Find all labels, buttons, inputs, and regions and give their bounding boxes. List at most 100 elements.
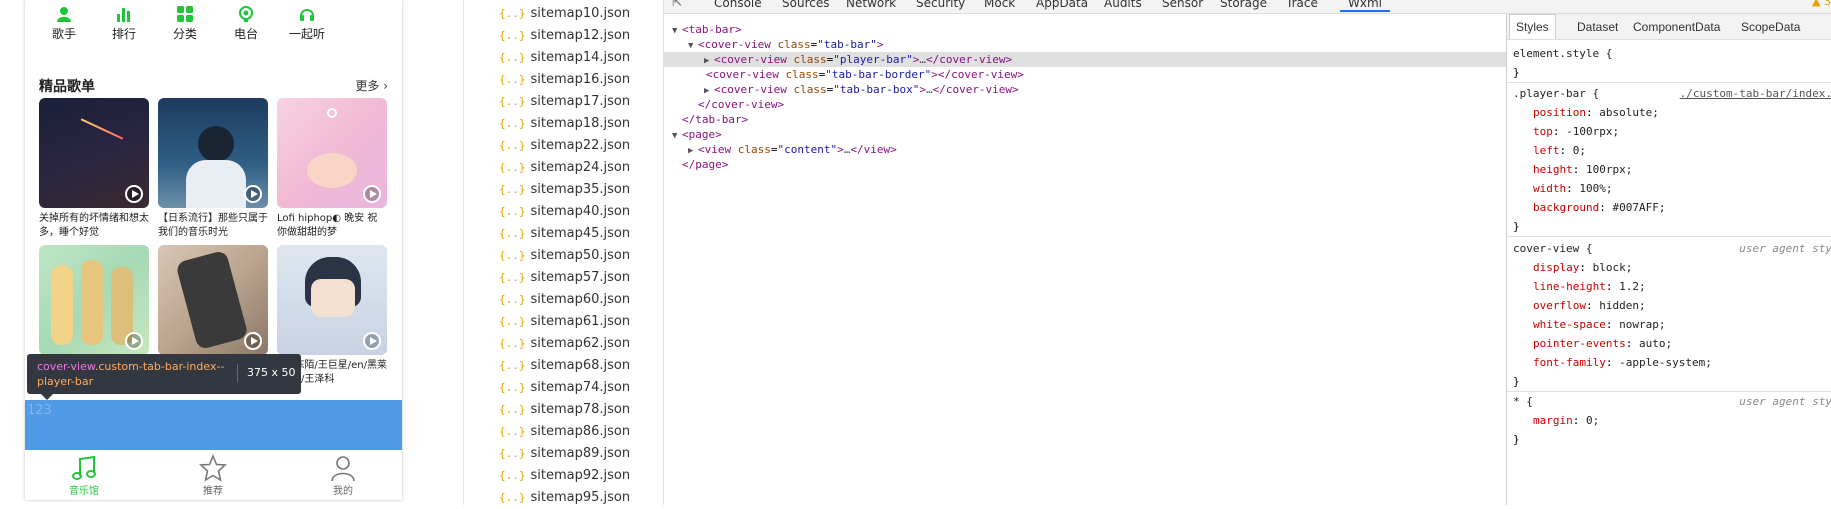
css-property[interactable]: width: 100%; (1507, 179, 1831, 198)
css-property[interactable]: line-height: 1.2; (1507, 277, 1831, 296)
file-item[interactable]: {..} sitemap57.json (499, 267, 630, 289)
tab-trace[interactable]: Trace (1286, 0, 1318, 10)
category-label: 歌手 (51, 27, 76, 41)
tab-wxml[interactable]: Wxml (1340, 0, 1390, 12)
file-item[interactable]: {..} sitemap18.json (499, 113, 630, 135)
file-item[interactable]: {..} sitemap60.json (499, 289, 630, 311)
css-property-value: absolute; (1599, 106, 1659, 119)
tab-network[interactable]: Network (846, 0, 896, 10)
tab-dataset[interactable]: Dataset (1577, 20, 1618, 34)
css-property-value: 0; (1586, 414, 1600, 427)
file-item[interactable]: {..} sitemap12.json (499, 25, 630, 47)
tree-node-cover-view-tab-bar[interactable]: ▼ <cover-view class="tab-bar"> (688, 37, 1530, 52)
css-property[interactable]: left: 0; (1507, 141, 1831, 160)
inspect-cursor-icon[interactable]: ⇱ (672, 0, 682, 9)
file-item[interactable]: {..} sitemap17.json (499, 91, 630, 113)
json-file-icon: {..} (499, 469, 526, 482)
file-item[interactable]: {..} sitemap16.json (499, 69, 630, 91)
tree-node-player-bar[interactable]: ▶ <cover-view class="player-bar">…</cover… (664, 52, 1506, 67)
play-icon[interactable] (363, 332, 381, 350)
tab-component-data[interactable]: ComponentData (1633, 20, 1720, 34)
css-colon: : (1572, 163, 1586, 176)
json-file-icon: {..} (499, 117, 526, 130)
file-item[interactable]: {..} sitemap35.json (499, 179, 630, 201)
file-item[interactable]: {..} sitemap10.json (499, 3, 630, 25)
play-icon[interactable] (244, 185, 262, 203)
file-item[interactable]: {..} sitemap14.json (499, 47, 630, 69)
file-item[interactable]: {..} sitemap45.json (499, 223, 630, 245)
file-item[interactable]: {..} sitemap61.json (499, 311, 630, 333)
rule-selector[interactable]: cover-view { (1513, 242, 1592, 255)
file-item[interactable]: {..} sitemap22.json (499, 135, 630, 157)
playlist-card[interactable]: 【日系流行】那些只属于我们的音乐时光 (158, 98, 268, 240)
css-property[interactable]: margin: 0; (1507, 411, 1831, 430)
rule-selector[interactable]: element.style { (1513, 47, 1612, 60)
play-icon[interactable] (244, 332, 262, 350)
file-item[interactable]: {..} sitemap95.json (499, 487, 630, 509)
collapse-triangle-icon[interactable]: ▼ (672, 129, 682, 144)
file-item[interactable]: {..} sitemap86.json (499, 421, 630, 443)
tree-node-tab-bar-border[interactable]: <cover-view class="tab-bar-border"></cov… (706, 67, 1548, 82)
tree-node-view-content[interactable]: ▶ <view class="content">…</view> (688, 142, 1530, 157)
tab-appdata[interactable]: AppData (1036, 0, 1088, 10)
tab-mine[interactable]: 我的 (308, 454, 378, 497)
file-item[interactable]: {..} sitemap68.json (499, 355, 630, 377)
css-property[interactable]: white-space: nowrap; (1507, 315, 1831, 334)
tree-node-close: </page> (682, 158, 729, 171)
warning-badge[interactable]: ▲ 3 (1812, 0, 1831, 8)
file-item[interactable]: {..} sitemap78.json (499, 399, 630, 421)
playlist-caption: 【日系流行】那些只属于我们的音乐时光 (158, 213, 268, 238)
category-genre[interactable]: 分类 (155, 6, 215, 42)
file-item[interactable]: {..} sitemap89.json (499, 443, 630, 465)
css-property[interactable]: position: absolute; (1507, 103, 1831, 122)
tree-node-tab-bar[interactable]: ▼ <tab-bar> (672, 22, 1514, 37)
tree-node-tab-bar-box[interactable]: ▶ <cover-view class="tab-bar-box">…</cove… (704, 82, 1546, 97)
rule-source-link[interactable]: ./custom-tab-bar/index. (1680, 84, 1831, 103)
css-property[interactable]: background: #007AFF; (1507, 198, 1831, 217)
category-radio[interactable]: 电台 (216, 6, 276, 42)
tab-mock[interactable]: Mock (984, 0, 1015, 10)
css-property[interactable]: overflow: hidden; (1507, 296, 1831, 315)
file-item[interactable]: {..} sitemap74.json (499, 377, 630, 399)
css-property[interactable]: display: block; (1507, 258, 1831, 277)
tab-recommend[interactable]: 推荐 (178, 454, 248, 497)
file-item[interactable]: {..} sitemap24.json (499, 157, 630, 179)
file-item[interactable]: {..} sitemap92.json (499, 465, 630, 487)
file-item[interactable]: {..} sitemap50.json (499, 245, 630, 267)
tree-node-page[interactable]: ▼ <page> (672, 127, 1514, 142)
tab-music-hall[interactable]: 音乐馆 (49, 454, 119, 497)
tab-console[interactable]: Console (714, 0, 762, 10)
file-item[interactable]: {..} sitemap62.json (499, 333, 630, 355)
file-item[interactable]: {..} sitemap40.json (499, 201, 630, 223)
collapse-triangle-icon[interactable]: ▼ (672, 24, 682, 39)
json-file-icon: {..} (499, 293, 526, 306)
css-property[interactable]: height: 100rpx; (1507, 160, 1831, 179)
more-link[interactable]: 更多 › (355, 77, 388, 94)
category-ranking[interactable]: 排行 (94, 6, 154, 42)
tab-storage[interactable]: Storage (1220, 0, 1267, 10)
file-name: sitemap24.json (530, 160, 631, 175)
play-icon[interactable] (125, 185, 143, 203)
tab-scope-data[interactable]: ScopeData (1741, 20, 1800, 34)
play-icon[interactable] (363, 185, 381, 203)
playlist-cover (39, 98, 149, 208)
rule-selector[interactable]: .player-bar { (1513, 87, 1599, 100)
css-property[interactable]: top: -100rpx; (1507, 122, 1831, 141)
tab-sources[interactable]: Sources (782, 0, 829, 10)
tab-sensor[interactable]: Sensor (1162, 0, 1203, 10)
play-icon[interactable] (125, 332, 143, 350)
css-property[interactable]: font-family: -apple-system; (1507, 353, 1831, 372)
music-note-icon (72, 455, 96, 480)
css-property[interactable]: pointer-events: auto; (1507, 334, 1831, 353)
tab-styles[interactable]: Styles (1509, 14, 1556, 39)
css-property-name: display (1533, 261, 1580, 274)
playlist-card[interactable]: 关掉所有的坏情绪和想太多，睡个好觉 (39, 98, 149, 240)
category-singer[interactable]: 歌手 (34, 6, 94, 42)
tab-audits[interactable]: Audits (1104, 0, 1142, 10)
css-property-name: background (1533, 201, 1600, 214)
tab-security[interactable]: Security (916, 0, 965, 10)
rule-selector[interactable]: * { (1513, 395, 1533, 408)
category-listen-together[interactable]: 一起听 (277, 6, 337, 42)
json-file-icon: {..} (499, 29, 526, 42)
playlist-card[interactable]: Lofi hiphop◐ 晚安 祝你做甜甜的梦 (277, 98, 387, 240)
